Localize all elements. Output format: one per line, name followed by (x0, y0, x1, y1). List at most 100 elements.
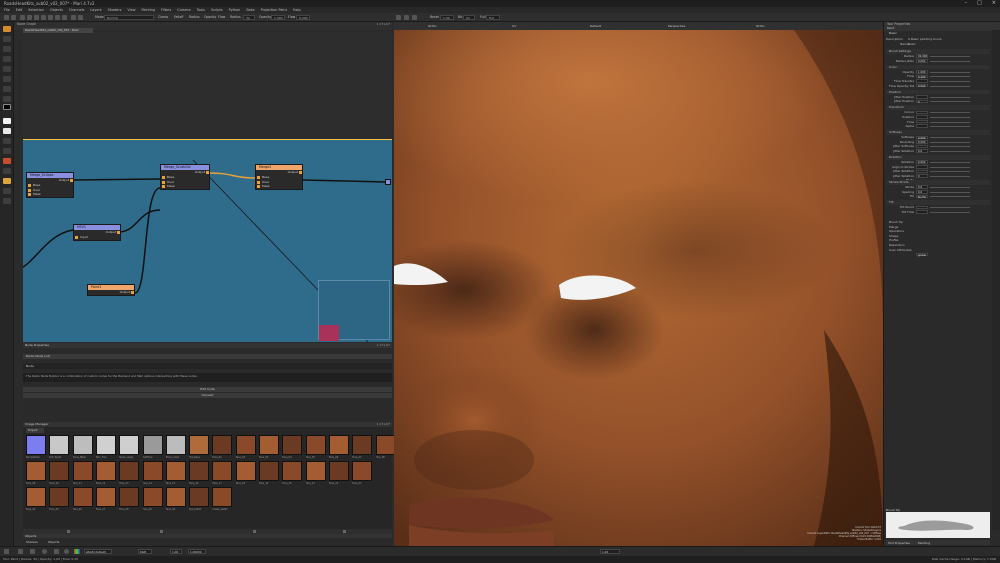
property-value[interactable] (916, 210, 928, 214)
node-input-port[interactable]: Input (74, 235, 120, 240)
property-slider[interactable] (930, 151, 970, 152)
paint-node[interactable]: Paint1 Output (87, 284, 135, 296)
undo-icon[interactable] (4, 15, 9, 20)
paint-brush-icon[interactable] (20, 15, 25, 20)
node-properties-section[interactable]: Radio Node (v2) (23, 354, 392, 359)
offscreen-node[interactable] (385, 179, 391, 185)
image-thumbnail[interactable] (72, 435, 93, 455)
view-channel-select[interactable]: RGB (138, 549, 152, 554)
record-icon[interactable] (64, 549, 69, 554)
gain-input[interactable]: 1.00000 (188, 549, 206, 554)
minimap-viewport-indicator[interactable] (319, 325, 339, 341)
image-thumbnail[interactable] (328, 435, 349, 455)
image-thumbnail[interactable] (352, 461, 373, 481)
property-value[interactable]: 32.000 (916, 54, 928, 58)
grid-icon[interactable] (404, 15, 409, 20)
image-thumbnail[interactable] (165, 461, 186, 481)
image-thumbnail[interactable] (165, 487, 186, 507)
viewport-bottom-readout[interactable]: 1.00 (600, 549, 620, 554)
property-section-header[interactable]: Position (886, 89, 990, 95)
property-value[interactable] (916, 110, 928, 115)
property-slider[interactable] (930, 175, 970, 177)
falloff-shape[interactable]: Flow (218, 15, 225, 20)
image-thumbnail[interactable] (26, 435, 46, 455)
image-thumbnail[interactable] (49, 435, 70, 455)
property-slider[interactable] (930, 101, 970, 103)
image-thumbnail[interactable] (352, 435, 373, 455)
clamp-toggle[interactable]: Clamp (158, 15, 168, 20)
play-icon[interactable] (4, 549, 9, 554)
fill-icon[interactable] (48, 15, 53, 20)
edit-code-button[interactable]: Edit Code (23, 387, 392, 392)
property-slider[interactable] (930, 85, 970, 87)
bg-color-swatch[interactable] (3, 118, 11, 124)
property-section-header[interactable]: Stroke Stride (886, 180, 990, 185)
fg-color-swatch[interactable] (3, 104, 11, 110)
property-slider[interactable] (930, 166, 970, 168)
vp-full-input[interactable]: Full (486, 15, 500, 20)
image-thumbnail[interactable] (72, 487, 93, 507)
property-slider[interactable] (930, 71, 970, 73)
node-input-port[interactable]: Mask (27, 192, 73, 197)
tab-ortho-2[interactable]: Ortho (756, 24, 765, 28)
color-space-select[interactable]: sRGB (default) (84, 549, 112, 554)
image-thumbnail[interactable] (72, 461, 93, 481)
property-value[interactable]: 0 (916, 174, 928, 178)
property-value[interactable] (916, 169, 928, 174)
move-icon[interactable] (18, 549, 23, 554)
property-value[interactable] (916, 115, 928, 119)
opacity-input[interactable]: 1.000 (271, 15, 285, 20)
move-tool-icon[interactable] (3, 46, 11, 52)
property-slider[interactable] (930, 196, 970, 198)
property-slider[interactable] (930, 56, 970, 57)
property-slider[interactable] (930, 76, 970, 78)
user-attr-value[interactable]: global (916, 252, 928, 256)
node-backdrop[interactable]: Merge_Eclipse Output Base Over Mask Merg… (23, 140, 392, 342)
clone-icon[interactable] (41, 15, 46, 20)
image-thumbnail[interactable] (282, 435, 303, 455)
property-slider[interactable] (930, 207, 970, 209)
property-slider[interactable] (930, 171, 970, 173)
text-tool-icon[interactable] (3, 86, 11, 92)
lasso-tool-icon[interactable] (3, 76, 11, 82)
smear-icon[interactable] (34, 15, 39, 20)
property-slider[interactable] (930, 112, 970, 114)
frame-icon[interactable] (412, 15, 417, 20)
export-image-icon[interactable] (160, 530, 163, 533)
basic-section[interactable]: Basic (884, 31, 1000, 36)
image-thumbnail[interactable] (212, 487, 233, 507)
image-thumbnail[interactable] (235, 435, 256, 455)
image-thumbnail[interactable] (142, 487, 163, 507)
smudge-tool-icon[interactable] (3, 168, 11, 174)
property-slider[interactable] (930, 137, 970, 139)
image-thumbnail[interactable] (235, 461, 256, 481)
merge-node-eclipse[interactable]: Merge_Eclipse Output Base Over Mask (26, 172, 74, 198)
lock-icon[interactable] (78, 15, 83, 20)
eraser-icon[interactable] (27, 15, 32, 20)
property-section-header[interactable]: Rotation (886, 155, 990, 160)
property-value[interactable]: No Fill (916, 194, 928, 198)
3d-viewport[interactable]: Current Tool: Paint/CT Shaders: Shaded/La… (394, 30, 883, 546)
node-graph-minimap[interactable] (318, 280, 390, 341)
color-swap-icon[interactable] (3, 128, 11, 134)
property-value[interactable] (916, 94, 928, 99)
scale-tool-icon[interactable] (3, 66, 11, 72)
gradient-tool-icon[interactable] (3, 188, 11, 194)
fill-tool-icon[interactable] (3, 178, 11, 184)
tab-tool-properties[interactable]: Tool Properties (888, 541, 910, 545)
property-slider[interactable] (930, 211, 970, 213)
eyedropper-tool-icon[interactable] (3, 138, 11, 144)
property-slider[interactable] (930, 141, 970, 143)
property-slider[interactable] (930, 116, 970, 118)
property-slider[interactable] (930, 191, 970, 193)
falloff-type[interactable]: Opacity (204, 15, 216, 20)
image-thumbnail[interactable] (212, 461, 233, 481)
property-value[interactable] (916, 79, 928, 83)
tab-ortho[interactable]: Ortho (428, 24, 437, 28)
name-value[interactable]: Basic (908, 42, 916, 47)
import-image-icon[interactable] (67, 530, 70, 533)
property-value[interactable] (916, 165, 928, 169)
camera-icon[interactable] (396, 15, 401, 20)
radius-input[interactable]: 32 (243, 15, 255, 20)
image-thumbnail[interactable] (119, 487, 140, 507)
